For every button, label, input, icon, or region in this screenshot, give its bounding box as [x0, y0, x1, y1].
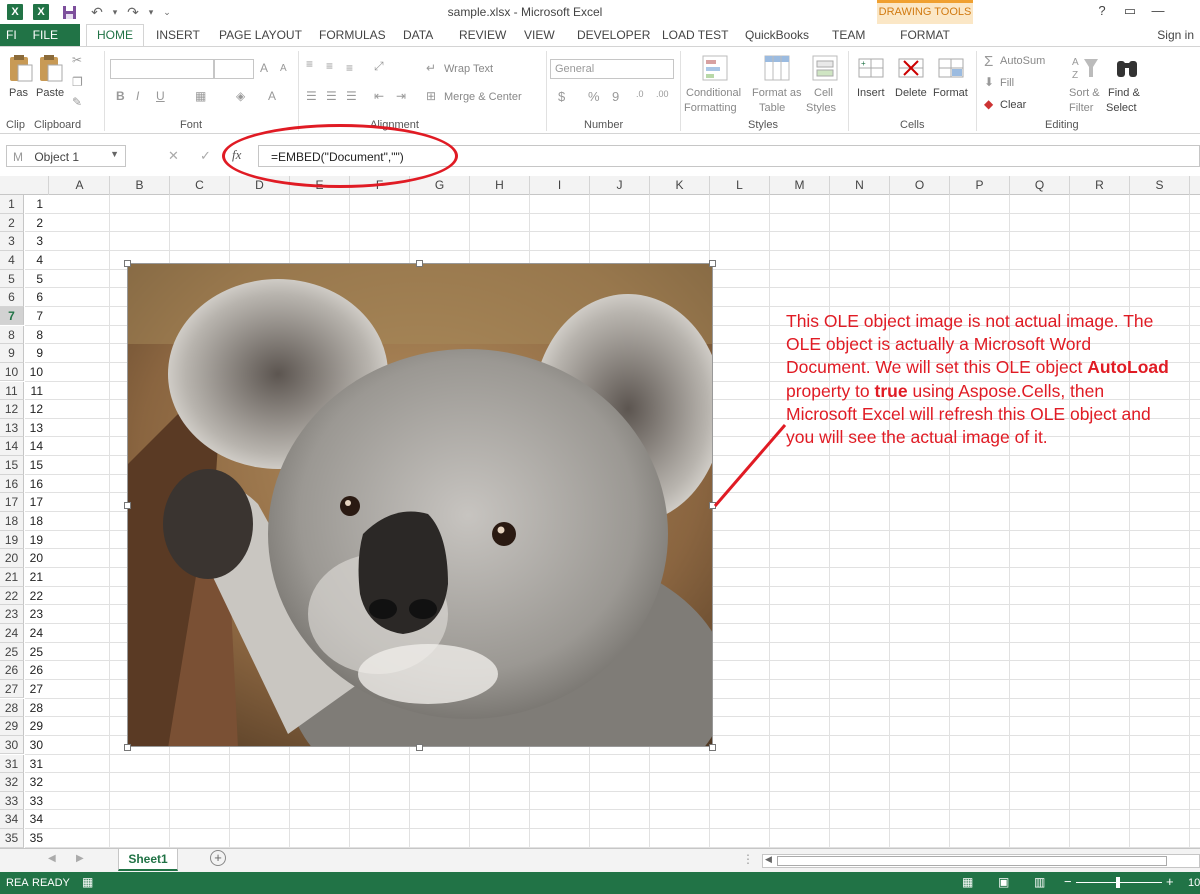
scrollbar-thumb[interactable]: [777, 856, 1167, 866]
page-layout-view-icon[interactable]: ▣: [998, 875, 1009, 889]
splitter-handle-icon[interactable]: ⋮: [742, 852, 754, 866]
zoom-slider-thumb[interactable]: [1116, 877, 1120, 888]
status-partial: REA: [6, 877, 29, 889]
scroll-left-arrow-icon[interactable]: ◀: [765, 854, 772, 865]
macro-record-icon[interactable]: ▦: [82, 875, 93, 889]
scroll-right-icon[interactable]: ▶: [76, 853, 84, 864]
new-sheet-button[interactable]: +: [210, 850, 226, 866]
scroll-left-icon[interactable]: ◀: [48, 853, 56, 864]
zoom-in-icon[interactable]: +: [1166, 874, 1174, 889]
page-break-view-icon[interactable]: ▥: [1034, 875, 1045, 889]
sheet-tab-bar: ◀ ▶ Sheet1 + ⋮ ◀: [0, 848, 1200, 872]
status-bar: REA READY ▦ ▦ ▣ ▥ − + 10: [0, 872, 1200, 894]
zoom-out-icon[interactable]: −: [1064, 874, 1072, 889]
annotation-true: true: [874, 380, 908, 401]
annotation-text: This OLE object image is not actual imag…: [786, 310, 1176, 449]
sheet-tab-sheet1[interactable]: Sheet1: [118, 849, 178, 871]
zoom-level[interactable]: 10: [1188, 877, 1200, 889]
normal-view-icon[interactable]: ▦: [962, 875, 973, 889]
annotation-part-2: property to: [786, 380, 875, 401]
horizontal-scrollbar[interactable]: ◀: [762, 854, 1200, 868]
status-ready: READY: [32, 877, 70, 889]
annotation-autoload: AutoLoad: [1087, 357, 1169, 378]
